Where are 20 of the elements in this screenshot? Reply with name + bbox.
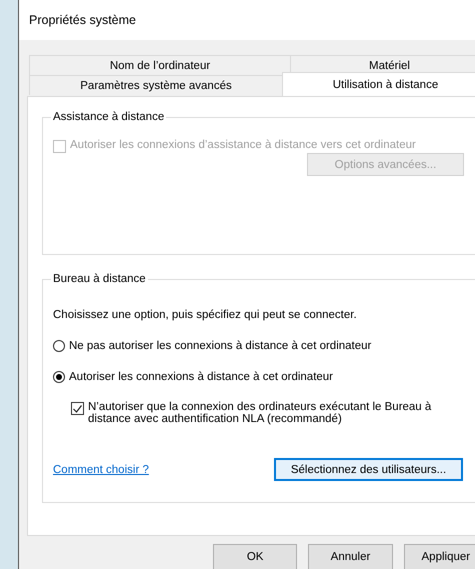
checkbox[interactable] (71, 402, 84, 415)
tab[interactable]: Nom de l’ordinateur (29, 55, 291, 75)
select-users-button[interactable]: Sélectionnez des utilisateurs... (274, 458, 463, 481)
dialog-button[interactable]: Annuler (308, 544, 393, 569)
tab[interactable]: Utilisation à distance (282, 72, 475, 96)
checkbox-label: N’autoriser que la connexion des ordinateurs exécutant le Bureau à distance avec authentification NLA (recommandé) (88, 401, 432, 425)
dialog-button[interactable]: Appliquer (404, 544, 475, 569)
radio-label: Autoriser les connexions à distance à cet ordinateur (69, 371, 334, 383)
help-link[interactable]: Comment choisir ? (53, 464, 149, 476)
tab[interactable]: Paramètres système avancés (29, 75, 283, 95)
instruction-text: Choisissez une option, puis spécifiez qui peut se connecter. (53, 309, 358, 321)
radio-button[interactable] (53, 340, 65, 352)
group-title: Assistance à distance (52, 111, 166, 123)
group-title: Bureau à distance (52, 273, 147, 285)
dialog-button[interactable]: OK (213, 544, 298, 569)
checkmark-icon (73, 404, 82, 412)
radio-label: Ne pas autoriser les connexions à distance à cet ordinateur (69, 340, 372, 352)
radio-button[interactable] (53, 371, 65, 383)
window-title: Propriétés système (29, 13, 136, 27)
checkbox-label: Autoriser les connexions d’assistance à distance vers cet ordinateur (70, 139, 416, 151)
